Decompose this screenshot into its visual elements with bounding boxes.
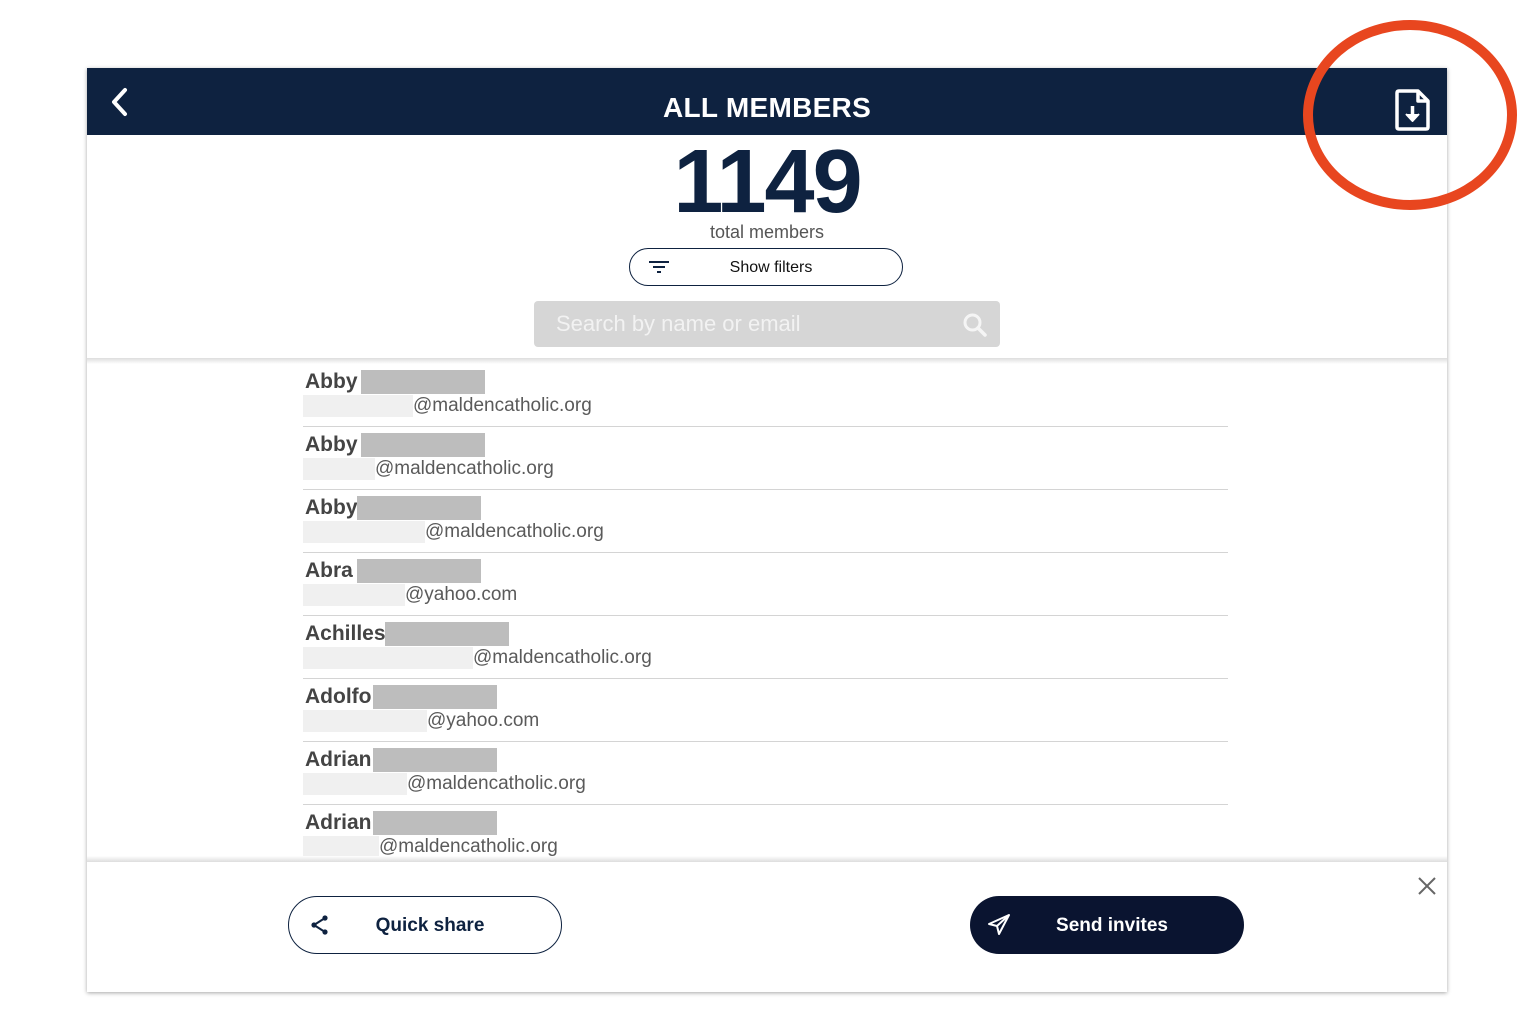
redacted-email-user: [303, 836, 379, 858]
member-row[interactable]: Adrian @maldencatholic.org: [303, 742, 1228, 805]
member-name: Adolfo: [305, 685, 372, 708]
member-list: Abby @maldencatholic.org Abby @maldencat…: [303, 364, 1228, 858]
member-name: Adrian: [305, 748, 372, 771]
member-name: Abby: [305, 496, 358, 519]
send-invites-label: Send invites: [1056, 915, 1168, 936]
redacted-email-user: [303, 647, 473, 669]
member-name: Adrian: [305, 811, 372, 834]
member-email: @maldencatholic.org: [473, 647, 652, 668]
member-name: Achilles: [305, 622, 386, 645]
close-icon: [1418, 877, 1436, 895]
redacted-surname: [373, 811, 497, 835]
show-filters-button[interactable]: Show filters: [629, 248, 903, 286]
redacted-surname: [385, 622, 509, 646]
member-name: Abby: [305, 370, 358, 393]
redacted-email-user: [303, 773, 407, 795]
quick-share-button[interactable]: Quick share: [288, 896, 562, 954]
redacted-surname: [373, 748, 497, 772]
redacted-surname: [357, 496, 481, 520]
members-window: ALL MEMBERS 1149 total members Show filt…: [87, 68, 1447, 992]
send-invites-button[interactable]: Send invites: [970, 896, 1244, 954]
member-name: Abra: [305, 559, 353, 582]
member-row[interactable]: Abra @yahoo.com: [303, 553, 1228, 616]
redacted-surname: [361, 370, 485, 394]
file-download-icon: [1395, 89, 1430, 131]
show-filters-label: Show filters: [729, 259, 813, 276]
magnifier-icon[interactable]: [962, 312, 988, 338]
member-email: @yahoo.com: [405, 584, 518, 605]
member-count: 1149: [673, 132, 862, 232]
export-members-button[interactable]: [1393, 88, 1433, 132]
redacted-surname: [373, 685, 497, 709]
redacted-email-user: [303, 584, 405, 606]
redacted-email-user: [303, 521, 425, 543]
app-header: ALL MEMBERS: [87, 68, 1447, 135]
redacted-email-user: [303, 458, 375, 480]
redacted-email-user: [303, 395, 413, 417]
page-title: ALL MEMBERS: [662, 92, 872, 123]
member-row[interactable]: Adrian @maldencatholic.org: [303, 805, 1228, 858]
redacted-surname: [357, 559, 481, 583]
search-input[interactable]: [534, 301, 956, 347]
close-footer-button[interactable]: [1415, 874, 1439, 898]
member-email: @maldencatholic.org: [413, 395, 592, 416]
member-email: @maldencatholic.org: [379, 836, 558, 857]
member-email: @maldencatholic.org: [375, 458, 554, 479]
action-footer: Quick share Send invites: [87, 862, 1447, 992]
search-box: [534, 301, 1000, 347]
member-email: @yahoo.com: [427, 710, 540, 731]
member-row[interactable]: Abby @maldencatholic.org: [303, 427, 1228, 490]
redacted-surname: [361, 433, 485, 457]
member-row[interactable]: Abby @maldencatholic.org: [303, 490, 1228, 553]
member-row[interactable]: Adolfo @yahoo.com: [303, 679, 1228, 742]
member-email: @maldencatholic.org: [407, 773, 586, 794]
quick-share-label: Quick share: [375, 915, 485, 936]
member-row[interactable]: Abby @maldencatholic.org: [303, 364, 1228, 427]
member-email: @maldencatholic.org: [425, 521, 604, 542]
member-count-label: total members: [709, 222, 825, 242]
page: ALL MEMBERS 1149 total members Show filt…: [0, 0, 1535, 1035]
redacted-email-user: [303, 710, 427, 732]
member-row[interactable]: Achilles @maldencatholic.org: [303, 616, 1228, 679]
member-name: Abby: [305, 433, 358, 456]
